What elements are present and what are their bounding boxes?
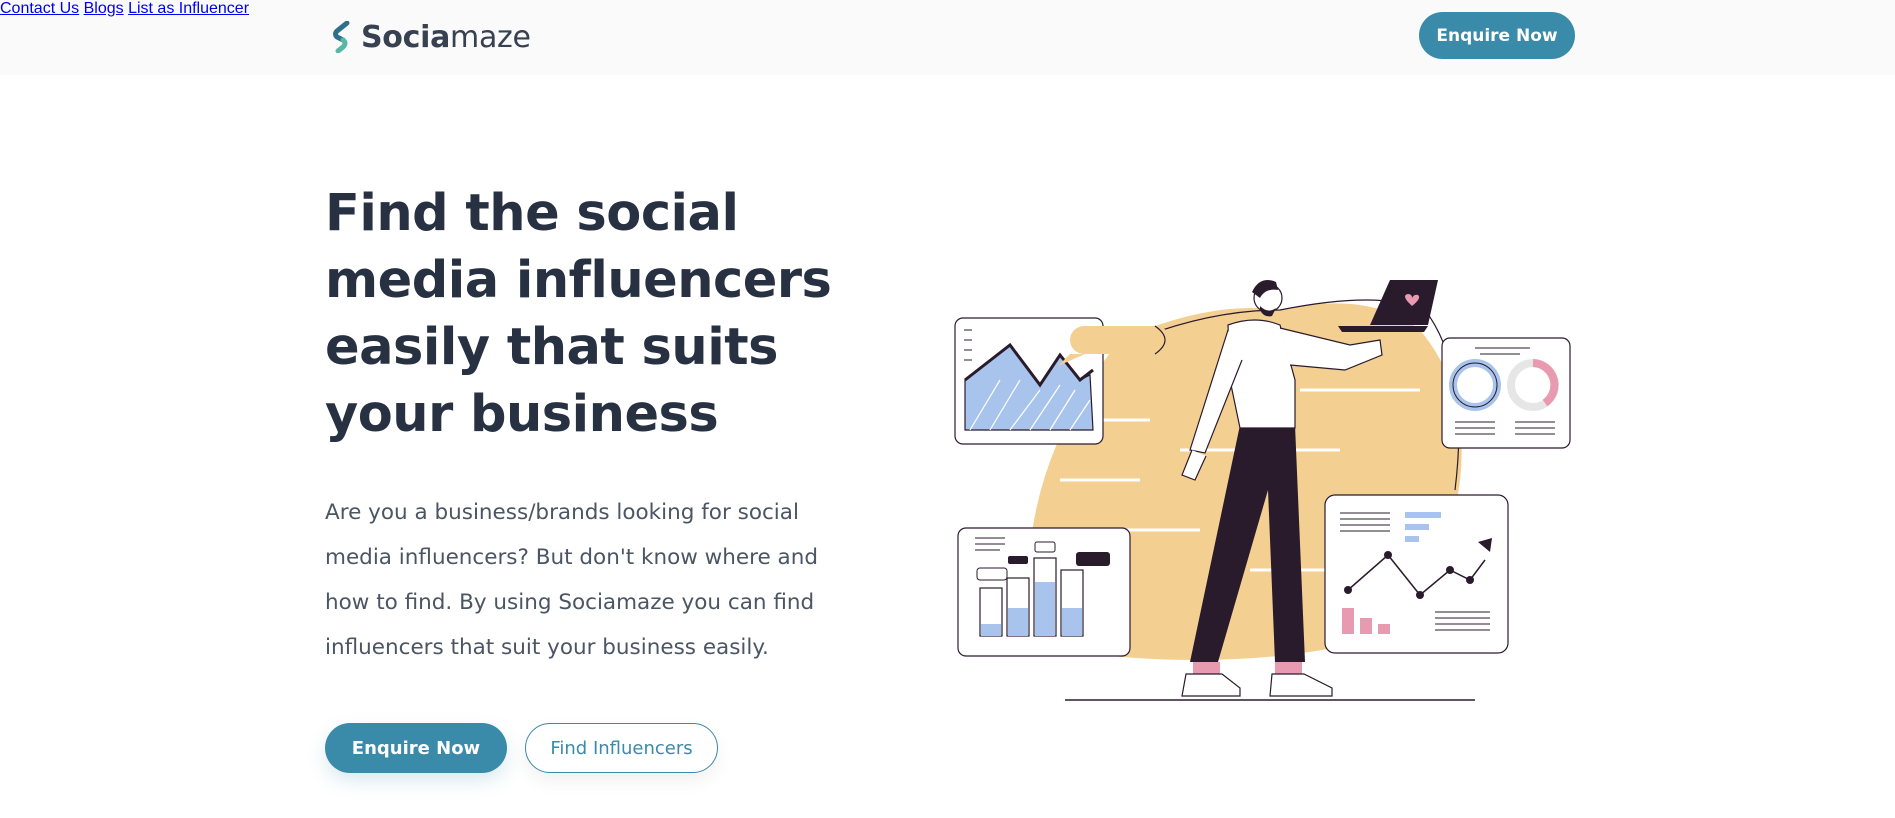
site-header: Sociamaze Contact Us Blogs List as Influ… bbox=[0, 0, 1895, 75]
nav-contact-us[interactable]: Contact Us bbox=[0, 0, 79, 17]
line-chart-card bbox=[1324, 494, 1509, 654]
hero-illustration bbox=[954, 279, 1571, 701]
logo-text: Sociamaze bbox=[361, 19, 531, 55]
donut-chart-card bbox=[1441, 337, 1571, 449]
nav-blogs[interactable]: Blogs bbox=[84, 0, 124, 17]
logo-s-icon bbox=[333, 21, 350, 53]
logo[interactable]: Sociamaze bbox=[333, 18, 531, 56]
header-enquire-button[interactable]: Enquire Now bbox=[1419, 12, 1575, 59]
enquire-now-button[interactable]: Enquire Now bbox=[325, 723, 507, 773]
bar-chart-card bbox=[957, 527, 1131, 657]
hero-title: Find the social media influencers easily… bbox=[325, 184, 832, 444]
nav-list-as-influencer[interactable]: List as Influencer bbox=[128, 0, 249, 17]
hero-subtitle: Are you a business/brands looking for so… bbox=[325, 500, 818, 660]
find-influencers-button[interactable]: Find Influencers bbox=[525, 723, 718, 773]
